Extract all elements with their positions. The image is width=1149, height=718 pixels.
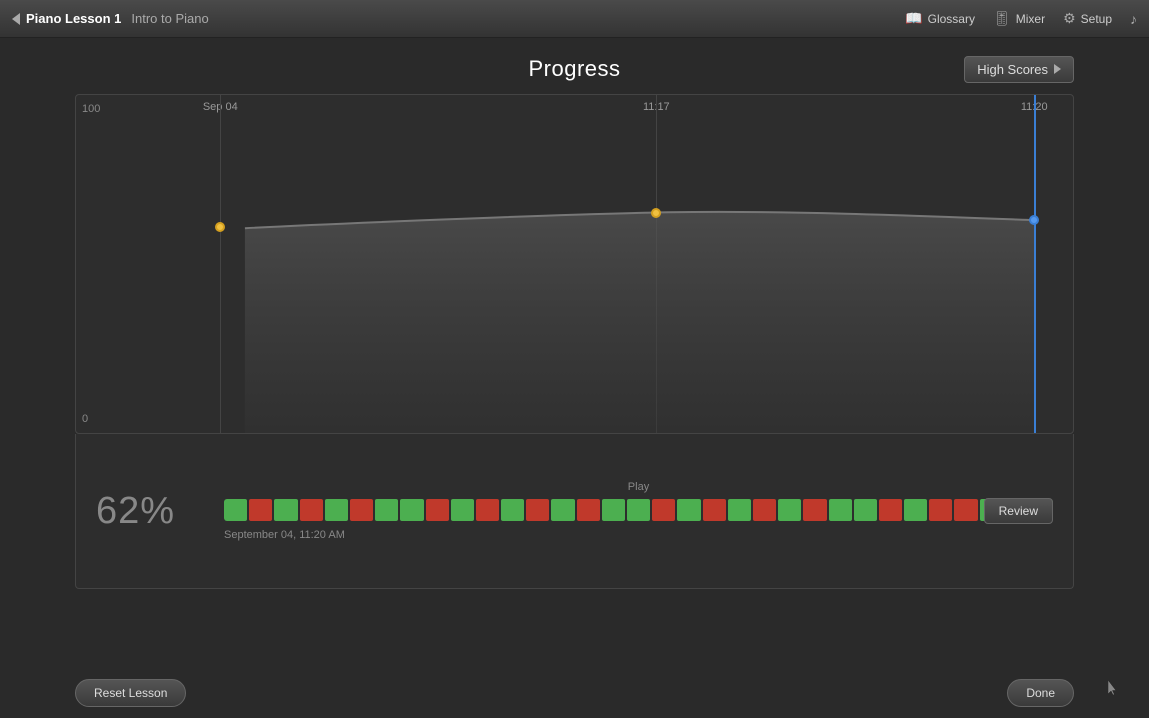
chart-inner: Sep 04 11:17 11:20 xyxy=(104,95,1073,433)
music-icon: ♪ xyxy=(1130,11,1137,27)
bar-segment-6 xyxy=(375,499,398,521)
review-label: Review xyxy=(999,504,1038,518)
bar-segment-16 xyxy=(627,499,650,521)
page-title-area: Progress High Scores xyxy=(75,38,1074,94)
page-title: Progress xyxy=(528,56,620,82)
main-content: Progress High Scores 100 0 Sep 04 11:17 … xyxy=(0,38,1149,589)
back-button[interactable]: Piano Lesson 1 Intro to Piano xyxy=(12,11,209,26)
bar-segment-15 xyxy=(602,499,625,521)
chart-svg xyxy=(132,95,1073,433)
bar-segment-21 xyxy=(753,499,776,521)
book-icon: 📖 xyxy=(905,10,922,27)
current-time-line xyxy=(1034,95,1036,433)
bar-segment-26 xyxy=(879,499,902,521)
bar-segment-4 xyxy=(325,499,348,521)
progress-bar-track xyxy=(224,499,1053,521)
bar-segment-0 xyxy=(224,499,247,521)
bar-segment-5 xyxy=(350,499,373,521)
topbar-right-controls: 📖 Glossary 🎚 Mixer ⚙ Setup ♪ xyxy=(905,10,1137,27)
score-value: 62 xyxy=(96,490,140,532)
bar-segment-29 xyxy=(954,499,977,521)
bar-segment-11 xyxy=(501,499,524,521)
done-label: Done xyxy=(1026,686,1055,700)
bar-segment-3 xyxy=(300,499,323,521)
topbar: Piano Lesson 1 Intro to Piano 📖 Glossary… xyxy=(0,0,1149,38)
bar-segment-28 xyxy=(929,499,952,521)
bar-segment-9 xyxy=(451,499,474,521)
lesson-title: Piano Lesson 1 xyxy=(26,11,121,26)
bar-segment-25 xyxy=(854,499,877,521)
bar-segment-23 xyxy=(803,499,826,521)
data-point-sep04 xyxy=(215,222,225,232)
bar-segment-20 xyxy=(728,499,751,521)
glossary-control[interactable]: 📖 Glossary xyxy=(905,10,975,27)
score-display: 62% xyxy=(96,490,206,533)
y-axis-min: 0 xyxy=(82,413,88,425)
footer: Reset Lesson Done xyxy=(0,668,1149,718)
bar-segment-7 xyxy=(400,499,423,521)
mixer-control[interactable]: 🎚 Mixer xyxy=(993,10,1045,27)
reset-label: Reset Lesson xyxy=(94,686,167,700)
setup-label: Setup xyxy=(1081,12,1112,26)
data-point-1117 xyxy=(651,208,661,218)
bar-segment-8 xyxy=(426,499,449,521)
session-date-label: September 04, 11:20 AM xyxy=(224,529,1053,541)
bar-segment-24 xyxy=(829,499,852,521)
review-button[interactable]: Review xyxy=(984,498,1053,524)
gear-icon: ⚙ xyxy=(1063,10,1076,27)
bar-segment-18 xyxy=(677,499,700,521)
bar-segment-22 xyxy=(778,499,801,521)
data-point-1120 xyxy=(1029,215,1039,225)
y-axis-max: 100 xyxy=(82,103,100,115)
bar-segment-12 xyxy=(526,499,549,521)
setup-control[interactable]: ⚙ Setup xyxy=(1063,10,1112,27)
play-label: Play xyxy=(224,481,1053,493)
lesson-subtitle: Intro to Piano xyxy=(131,11,208,26)
bar-segment-17 xyxy=(652,499,675,521)
bar-segment-2 xyxy=(274,499,297,521)
bar-segment-14 xyxy=(577,499,600,521)
back-arrow-icon xyxy=(12,13,20,25)
mixer-icon: 🎚 xyxy=(993,10,1011,27)
progress-area: Play September 04, 11:20 AM xyxy=(224,481,1053,541)
bar-segment-13 xyxy=(551,499,574,521)
progress-chart: 100 0 Sep 04 11:17 11:20 xyxy=(75,94,1074,434)
bar-segment-19 xyxy=(703,499,726,521)
high-scores-button[interactable]: High Scores xyxy=(964,56,1074,83)
done-button[interactable]: Done xyxy=(1007,679,1074,707)
bar-segment-1 xyxy=(249,499,272,521)
bar-segment-27 xyxy=(904,499,927,521)
high-scores-label: High Scores xyxy=(977,62,1048,77)
glossary-label: Glossary xyxy=(928,12,975,26)
mixer-label: Mixer xyxy=(1016,12,1045,26)
bar-segment-10 xyxy=(476,499,499,521)
score-suffix: % xyxy=(140,490,175,532)
music-control[interactable]: ♪ xyxy=(1130,11,1137,27)
reset-lesson-button[interactable]: Reset Lesson xyxy=(75,679,186,707)
bottom-panel: 62% Play September 04, 11:20 AM Review xyxy=(75,434,1074,589)
